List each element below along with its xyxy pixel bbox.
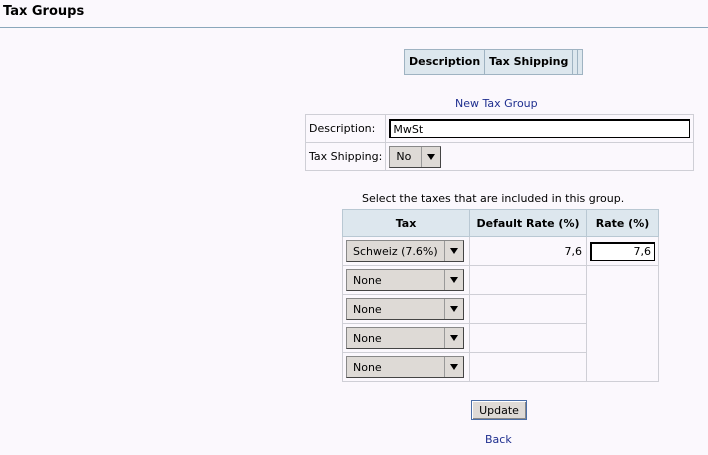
default-rate-value bbox=[469, 352, 587, 382]
chevron-down-icon[interactable] bbox=[421, 146, 440, 167]
tax-select-value: Schweiz (7.6%) bbox=[353, 244, 438, 258]
table-row: None bbox=[342, 352, 659, 382]
tax-shipping-value: No bbox=[396, 150, 412, 163]
table-row: Schweiz (7.6%) 7,6 bbox=[342, 236, 659, 266]
column-header-tax-shipping[interactable]: Tax Shipping bbox=[485, 50, 574, 74]
chevron-down-icon[interactable] bbox=[444, 241, 463, 261]
rate-cell bbox=[586, 294, 659, 324]
chevron-down-icon[interactable] bbox=[444, 357, 463, 377]
page-title: Tax Groups bbox=[3, 4, 85, 19]
table-row: None bbox=[342, 323, 659, 353]
rate-cell bbox=[586, 236, 659, 266]
chevron-down-icon[interactable] bbox=[444, 328, 463, 348]
description-label: Description: bbox=[304, 114, 387, 143]
default-rate-value bbox=[469, 294, 587, 324]
rate-field[interactable] bbox=[590, 241, 655, 261]
back-link[interactable]: Back bbox=[485, 433, 512, 446]
title-divider bbox=[0, 27, 708, 28]
tax-select[interactable]: None bbox=[346, 298, 464, 320]
rate-cell bbox=[586, 323, 659, 353]
tax-shipping-cell: No bbox=[385, 142, 695, 171]
default-rate-value bbox=[469, 265, 587, 295]
description-row: Description: bbox=[304, 114, 695, 143]
tax-shipping-row: Tax Shipping: No bbox=[304, 142, 695, 171]
tax-cell: Schweiz (7.6%) bbox=[342, 236, 470, 266]
tax-cell: None bbox=[342, 323, 470, 353]
tax-select-value: None bbox=[353, 302, 382, 316]
default-rate-column-header: Default Rate (%) bbox=[469, 209, 587, 237]
tax-shipping-select[interactable]: No bbox=[389, 145, 442, 168]
column-header-description[interactable]: Description bbox=[405, 50, 486, 74]
tax-cell: None bbox=[342, 294, 470, 324]
default-rate-value bbox=[469, 323, 587, 353]
tax-cell: None bbox=[342, 265, 470, 295]
tax-select-value: None bbox=[353, 331, 382, 345]
chevron-down-icon[interactable] bbox=[444, 270, 463, 290]
taxes-table: Tax Default Rate (%) Rate (%) Schweiz (7… bbox=[342, 209, 659, 382]
table-row: None bbox=[342, 265, 659, 295]
description-field[interactable] bbox=[389, 119, 691, 138]
taxes-caption: Select the taxes that are included in th… bbox=[362, 192, 625, 205]
tax-select-value: None bbox=[353, 360, 382, 374]
description-cell bbox=[385, 114, 695, 143]
column-header-empty bbox=[578, 50, 582, 74]
tax-select[interactable]: None bbox=[346, 356, 464, 378]
chevron-down-icon[interactable] bbox=[444, 299, 463, 319]
new-tax-group-form: Description: Tax Shipping: No bbox=[304, 114, 695, 171]
new-tax-group-link[interactable]: New Tax Group bbox=[455, 97, 538, 110]
tax-select[interactable]: None bbox=[346, 327, 464, 349]
tax-groups-list-header: Description Tax Shipping bbox=[404, 49, 584, 75]
table-row: None bbox=[342, 294, 659, 324]
update-button[interactable]: Update bbox=[471, 400, 527, 420]
tax-select-value: None bbox=[353, 273, 382, 287]
tax-shipping-label: Tax Shipping: bbox=[304, 142, 387, 171]
rate-column-header: Rate (%) bbox=[586, 209, 659, 237]
rate-cell bbox=[586, 352, 659, 382]
tax-cell: None bbox=[342, 352, 470, 382]
rate-cell bbox=[586, 265, 659, 295]
tax-select[interactable]: Schweiz (7.6%) bbox=[346, 240, 464, 262]
taxes-header-row: Tax Default Rate (%) Rate (%) bbox=[342, 209, 659, 237]
tax-column-header: Tax bbox=[342, 209, 470, 237]
tax-select[interactable]: None bbox=[346, 269, 464, 291]
default-rate-value: 7,6 bbox=[469, 236, 587, 266]
